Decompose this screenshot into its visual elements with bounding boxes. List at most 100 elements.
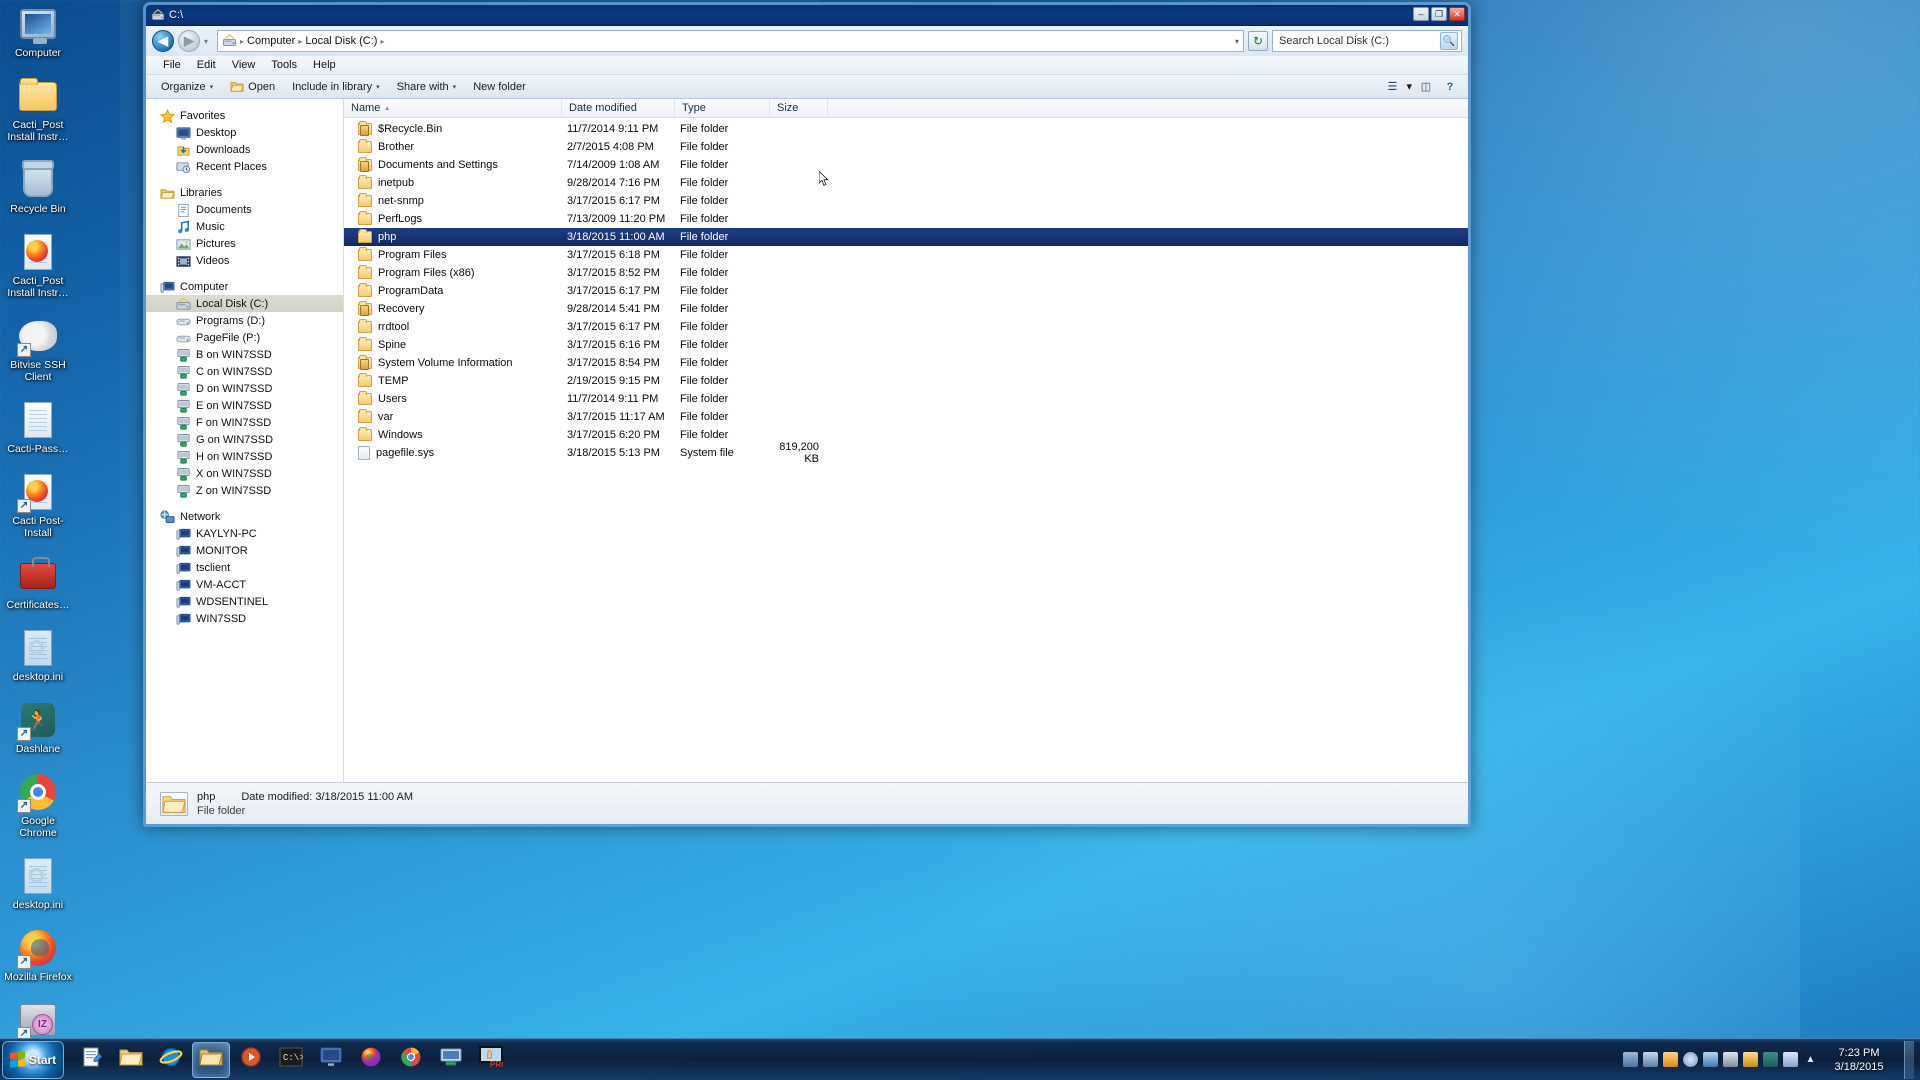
close-button[interactable]: ✕: [1449, 7, 1465, 21]
new-folder-button[interactable]: New folder: [466, 79, 533, 95]
desktop-icon[interactable]: Cacti Post-Install: [2, 472, 74, 539]
nav-item[interactable]: Music: [146, 218, 343, 235]
nav-item[interactable]: B on WIN7SSD: [146, 346, 343, 363]
desktop-icon[interactable]: desktop.ini: [2, 628, 74, 683]
chevron-up-icon[interactable]: ▲: [1803, 1052, 1818, 1067]
taskbar-clock[interactable]: 7:23 PM 3/18/2015: [1823, 1046, 1895, 1074]
taskbar-item-firefox[interactable]: [352, 1042, 390, 1078]
nav-item[interactable]: MONITOR: [146, 542, 343, 559]
table-row[interactable]: Program Files 3/17/2015 6:18 PM File folde…: [344, 246, 1468, 264]
table-row[interactable]: rrdtool 3/17/2015 6:17 PM File folder: [344, 318, 1468, 336]
open-button[interactable]: Open: [223, 78, 282, 95]
table-row[interactable]: pagefile.sys 3/18/2015 5:13 PM System file…: [344, 441, 1468, 465]
tray-icon-network[interactable]: [1623, 1052, 1638, 1067]
breadcrumb-separator-icon[interactable]: ▸: [240, 37, 244, 46]
desktop-icon[interactable]: Google Chrome: [2, 772, 74, 839]
table-row[interactable]: net-snmp 3/17/2015 6:17 PM File folder: [344, 192, 1468, 210]
table-row[interactable]: Brother 2/7/2015 4:08 PM File folder: [344, 138, 1468, 156]
nav-item[interactable]: KAYLYN-PC: [146, 525, 343, 542]
window-titlebar[interactable]: C:\ – ❐ ✕: [146, 5, 1468, 26]
tray-icon-volume[interactable]: [1783, 1052, 1798, 1067]
nav-group-header[interactable]: Computer: [146, 278, 343, 295]
taskbar-item-command-prompt[interactable]: C:\>: [272, 1042, 310, 1078]
nav-group-header[interactable]: Network: [146, 508, 343, 525]
desktop-icon[interactable]: Cacti-Pass…: [2, 400, 74, 455]
breadcrumb-separator-icon[interactable]: ▸: [380, 37, 384, 46]
menu-tools[interactable]: Tools: [264, 58, 304, 72]
tray-icon-antivirus[interactable]: [1663, 1052, 1678, 1067]
desktop-icon[interactable]: Cacti_Post Install Instr…: [2, 76, 74, 143]
desktop-icon[interactable]: Bitvise SSH Client: [2, 316, 74, 383]
column-header-size[interactable]: Size: [770, 99, 828, 117]
show-desktop-button[interactable]: [1904, 1040, 1914, 1079]
taskbar-item-screenhunter-pro[interactable]: PRO: [472, 1042, 510, 1078]
desktop-icon[interactable]: Computer: [2, 4, 74, 59]
nav-item[interactable]: WDSENTINEL: [146, 593, 343, 610]
nav-item[interactable]: C on WIN7SSD: [146, 363, 343, 380]
table-row[interactable]: System Volume Information 3/17/2015 8:54 …: [344, 354, 1468, 372]
menu-view[interactable]: View: [225, 58, 263, 72]
breadcrumb-separator-icon[interactable]: ▸: [298, 37, 302, 46]
nav-item[interactable]: Local Disk (C:): [146, 295, 343, 312]
desktop-icon[interactable]: Mozilla Firefox: [2, 928, 74, 983]
menu-edit[interactable]: Edit: [190, 58, 223, 72]
search-box[interactable]: Search Local Disk (C:) 🔍: [1272, 30, 1462, 52]
share-with-button[interactable]: Share with ▾: [390, 79, 464, 95]
nav-item[interactable]: G on WIN7SSD: [146, 431, 343, 448]
nav-item[interactable]: Videos: [146, 252, 343, 269]
taskbar-item-explorer-pinned[interactable]: [112, 1042, 150, 1078]
breadcrumb-item-computer[interactable]: Computer: [247, 35, 295, 47]
desktop-icon[interactable]: Recycle Bin: [2, 160, 74, 215]
back-button[interactable]: ◀: [152, 30, 174, 52]
minimize-button[interactable]: –: [1413, 7, 1429, 21]
nav-item[interactable]: Documents: [146, 201, 343, 218]
column-header-date-modified[interactable]: Date modified: [562, 99, 675, 117]
help-icon[interactable]: ?: [1440, 78, 1460, 95]
search-input[interactable]: Search Local Disk (C:): [1279, 35, 1440, 47]
taskbar-item-network-tool[interactable]: [432, 1042, 470, 1078]
maximize-button[interactable]: ❐: [1431, 7, 1447, 21]
table-row[interactable]: Recovery 9/28/2014 5:41 PM File folder: [344, 300, 1468, 318]
column-header-type[interactable]: Type: [675, 99, 770, 117]
tray-icon-monitor[interactable]: [1643, 1052, 1658, 1067]
desktop-icon[interactable]: Certificates…: [2, 556, 74, 611]
taskbar-item-chrome[interactable]: [392, 1042, 430, 1078]
table-row[interactable]: Program Files (x86) 3/17/2015 8:52 PM File…: [344, 264, 1468, 282]
table-row[interactable]: Windows 3/17/2015 6:20 PM File folder: [344, 426, 1468, 444]
nav-item[interactable]: Z on WIN7SSD: [146, 482, 343, 499]
table-row[interactable]: inetpub 9/28/2014 7:16 PM File folder: [344, 174, 1468, 192]
chevron-down-icon[interactable]: ▾: [1406, 80, 1412, 93]
taskbar-item-notepad[interactable]: [72, 1042, 110, 1078]
tray-icon-clock-sync[interactable]: [1683, 1052, 1698, 1067]
nav-item[interactable]: WIN7SSD: [146, 610, 343, 627]
include-in-library-button[interactable]: Include in library ▾: [285, 79, 387, 95]
taskbar-item-remote-desktop[interactable]: [312, 1042, 350, 1078]
taskbar-item-media-player[interactable]: [232, 1042, 270, 1078]
table-row[interactable]: Spine 3/17/2015 6:16 PM File folder: [344, 336, 1468, 354]
table-row[interactable]: ProgramData 3/17/2015 6:17 PM File folder: [344, 282, 1468, 300]
desktop-icon[interactable]: Cacti_Post Install Instr…: [2, 232, 74, 299]
tray-icon-security[interactable]: [1743, 1052, 1758, 1067]
nav-item[interactable]: VM-ACCT: [146, 576, 343, 593]
refresh-button[interactable]: ↻: [1248, 31, 1268, 51]
start-button[interactable]: Start: [2, 1040, 64, 1079]
nav-item[interactable]: F on WIN7SSD: [146, 414, 343, 431]
tray-icon-printer[interactable]: [1723, 1052, 1738, 1067]
desktop-icon[interactable]: Dashlane: [2, 700, 74, 755]
table-row[interactable]: php 3/18/2015 11:00 AM File folder: [344, 228, 1468, 246]
table-row[interactable]: var 3/17/2015 11:17 AM File folder: [344, 408, 1468, 426]
nav-item[interactable]: PageFile (P:): [146, 329, 343, 346]
nav-item[interactable]: E on WIN7SSD: [146, 397, 343, 414]
taskbar-item-explorer-window[interactable]: [192, 1041, 230, 1078]
recent-pages-caret-icon[interactable]: ▾: [204, 37, 213, 46]
list-view-icon[interactable]: ☰: [1382, 78, 1402, 95]
menu-file[interactable]: File: [156, 58, 188, 72]
nav-item[interactable]: Pictures: [146, 235, 343, 252]
desktop-icon[interactable]: desktop.ini: [2, 856, 74, 911]
nav-item[interactable]: tsclient: [146, 559, 343, 576]
breadcrumb[interactable]: ▸ Computer ▸ Local Disk (C:) ▸ ▾: [217, 30, 1244, 52]
table-row[interactable]: $Recycle.Bin 11/7/2014 9:11 PM File folder: [344, 120, 1468, 138]
tray-icon-dashlane[interactable]: [1763, 1052, 1778, 1067]
nav-group-header[interactable]: Favorites: [146, 107, 343, 124]
breadcrumb-item-local-disk[interactable]: Local Disk (C:): [305, 35, 377, 47]
